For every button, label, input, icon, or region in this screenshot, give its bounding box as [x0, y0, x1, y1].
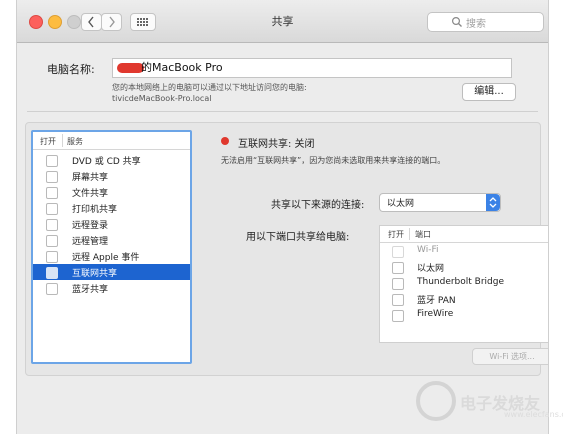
- service-label: 远程管理: [72, 237, 109, 247]
- share-ports-label: 用以下端口共享给电脑:: [246, 232, 350, 243]
- status-hint: 无法启用“互联网共享”，因为您尚未选取用来共享连接的端口。: [221, 156, 446, 165]
- service-row-file-sharing[interactable]: 文件共享: [33, 184, 190, 200]
- service-label: 远程 Apple 事件: [72, 253, 140, 263]
- sharing-window: 共享 搜索 电脑名称: 的MacBook Pro 您的本地网络上的电脑可以通过以…: [16, 0, 549, 434]
- port-checkbox[interactable]: [392, 278, 404, 290]
- port-row-wifi[interactable]: Wi-Fi: [380, 244, 548, 259]
- search-field[interactable]: 搜索: [427, 12, 544, 32]
- service-checkbox[interactable]: [46, 187, 58, 199]
- watermark: 电子发烧友 www.elecfans.com: [416, 381, 563, 427]
- redaction-mark: [117, 63, 144, 73]
- port-label: FireWire: [417, 309, 454, 319]
- service-checkbox[interactable]: [46, 267, 58, 279]
- service-label: 互联网共享: [72, 269, 118, 279]
- column-separator: [409, 228, 410, 240]
- service-row-dvd[interactable]: DVD 或 CD 共享: [33, 152, 190, 168]
- on-column-header: 打开: [388, 230, 404, 239]
- divider: [27, 111, 538, 112]
- port-row-ethernet[interactable]: 以太网: [380, 260, 548, 275]
- dropdown-arrow: [486, 194, 500, 211]
- computer-name-value: 的MacBook Pro: [141, 61, 223, 74]
- port-checkbox[interactable]: [392, 262, 404, 274]
- service-list-header: 打开 服务: [33, 132, 190, 150]
- port-label: 以太网: [417, 264, 445, 274]
- service-list[interactable]: 打开 服务 DVD 或 CD 共享 屏幕共享 文件共享 打印机共享 远程登录 远…: [31, 130, 192, 364]
- service-row-remote-login[interactable]: 远程登录: [33, 216, 190, 232]
- wifi-options-button[interactable]: Wi-Fi 选项...: [472, 348, 548, 365]
- service-label: 打印机共享: [72, 205, 118, 215]
- service-checkbox[interactable]: [46, 283, 58, 295]
- port-column-header: 端口: [415, 230, 431, 239]
- service-column-header: 服务: [67, 137, 83, 146]
- port-row-firewire[interactable]: FireWire: [380, 308, 548, 323]
- service-row-printer-sharing[interactable]: 打印机共享: [33, 200, 190, 216]
- service-row-remote-management[interactable]: 远程管理: [33, 232, 190, 248]
- title-bar: 共享 搜索: [17, 0, 548, 43]
- column-separator: [62, 134, 63, 147]
- port-list[interactable]: 打开 端口 Wi-Fi 以太网 Thunderbolt Bridge 蓝牙 PA…: [379, 225, 548, 343]
- port-row-thunderbolt-bridge[interactable]: Thunderbolt Bridge: [380, 276, 548, 291]
- service-label: 蓝牙共享: [72, 285, 109, 295]
- service-checkbox[interactable]: [46, 171, 58, 183]
- local-address-value: tivicdeMacBook-Pro.local: [112, 94, 212, 103]
- port-checkbox[interactable]: [392, 310, 404, 322]
- computer-name-label: 电脑名称:: [47, 63, 95, 76]
- on-column-header: 打开: [40, 137, 56, 146]
- port-label: Wi-Fi: [417, 245, 439, 255]
- service-checkbox[interactable]: [46, 219, 58, 231]
- port-list-header: 打开 端口: [380, 226, 548, 243]
- watermark-url: www.elecfans.com: [504, 410, 563, 419]
- service-row-screen-sharing[interactable]: 屏幕共享: [33, 168, 190, 184]
- service-checkbox[interactable]: [46, 203, 58, 215]
- service-row-internet-sharing[interactable]: 互联网共享: [33, 264, 190, 280]
- status-text: 互联网共享: 关闭: [238, 139, 315, 150]
- service-checkbox[interactable]: [46, 251, 58, 263]
- service-checkbox[interactable]: [46, 155, 58, 167]
- port-checkbox[interactable]: [392, 246, 404, 258]
- share-source-value: 以太网: [387, 199, 415, 209]
- service-label: 远程登录: [72, 221, 109, 231]
- service-checkbox[interactable]: [46, 235, 58, 247]
- watermark-logo-icon: [416, 381, 456, 421]
- service-label: 文件共享: [72, 189, 109, 199]
- port-row-bluetooth-pan[interactable]: 蓝牙 PAN: [380, 292, 548, 307]
- service-label: 屏幕共享: [72, 173, 109, 183]
- search-placeholder: 搜索: [466, 19, 486, 30]
- share-source-dropdown[interactable]: 以太网: [379, 193, 501, 212]
- port-label: Thunderbolt Bridge: [417, 277, 505, 287]
- search-icon: [451, 16, 462, 27]
- service-row-bluetooth-sharing[interactable]: 蓝牙共享: [33, 280, 190, 296]
- port-checkbox[interactable]: [392, 294, 404, 306]
- port-label: 蓝牙 PAN: [417, 296, 456, 306]
- service-row-remote-apple-events[interactable]: 远程 Apple 事件: [33, 248, 190, 264]
- status-indicator-icon: [221, 137, 229, 145]
- local-address-hint: 您的本地网络上的电脑可以通过以下地址访问您的电脑:: [112, 83, 307, 92]
- chevron-updown-icon: [489, 197, 497, 208]
- share-source-label: 共享以下来源的连接:: [271, 200, 365, 211]
- service-label: DVD 或 CD 共享: [72, 157, 141, 167]
- computer-name-field[interactable]: 的MacBook Pro: [112, 58, 512, 78]
- edit-button[interactable]: 编辑...: [462, 83, 516, 101]
